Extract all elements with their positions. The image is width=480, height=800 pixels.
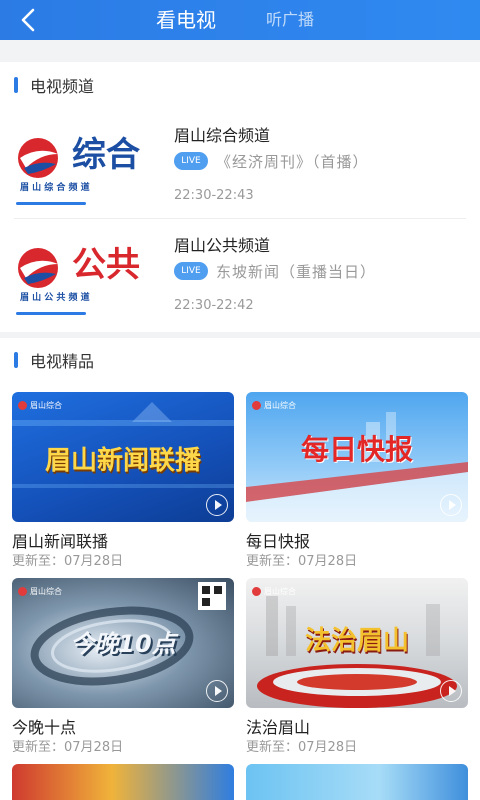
program-card-fazhi-meishan[interactable]: 眉山综合 法治眉山 法治眉山 更新至：07月28日 <box>246 578 468 758</box>
channel-item-zonghe[interactable]: 综合 眉 山 综 合 频 道 眉山综合频道 LIVE 《经济周刊》（首播） 22… <box>0 110 480 220</box>
play-icon[interactable] <box>440 680 462 702</box>
program-title: 法治眉山 <box>246 718 311 737</box>
logo-main-text: 公共 <box>72 245 140 285</box>
program-thumbnail[interactable] <box>246 764 468 800</box>
logo-main-text: 综合 <box>72 135 140 175</box>
tab-listen-radio[interactable]: 听广播 <box>266 0 314 40</box>
channel-underline <box>16 312 86 315</box>
play-icon[interactable] <box>206 494 228 516</box>
program-thumbnail[interactable]: 眉山综合 每日快报 <box>246 392 468 522</box>
program-card-partial-left[interactable] <box>12 764 234 800</box>
section-title-text: 电视频道 <box>30 77 95 96</box>
section-title: 电视频道 <box>14 75 95 96</box>
program-title: 眉山新闻联播 <box>12 532 109 551</box>
program-time: 22:30-22:42 <box>174 298 254 313</box>
program-title: 每日快报 <box>246 532 311 551</box>
play-icon[interactable] <box>440 494 462 516</box>
program-update-date: 更新至：07月28日 <box>12 554 124 569</box>
tab-watch-tv[interactable]: 看电视 <box>156 0 216 40</box>
program-thumbnail[interactable]: 眉山综合 今晚10点 <box>12 578 234 708</box>
program-update-date: 更新至：07月28日 <box>246 554 358 569</box>
section-title-text: 电视精品 <box>30 352 95 371</box>
program-title: 今晚十点 <box>12 718 77 737</box>
program-time: 22:30-22:43 <box>174 188 254 203</box>
channel-item-gonggong[interactable]: 公共 眉 山 公 共 频 道 眉山公共频道 LIVE 东坡新闻（重播当日） 22… <box>0 220 480 330</box>
thumbnail-channel-logo: 眉山综合 <box>252 400 296 411</box>
thumbnail-channel-logo: 眉山综合 <box>18 400 62 411</box>
channel-name: 眉山公共频道 <box>174 236 271 255</box>
divider <box>14 218 466 219</box>
logo-sub-text: 眉 山 综 合 频 道 <box>20 181 90 193</box>
channel-selected-underline <box>16 202 86 205</box>
logo-sub-text: 眉 山 公 共 频 道 <box>20 291 90 303</box>
tv-channels-section: 电视频道 综合 眉 山 综 合 频 道 眉山综合频道 LIVE 《经济周刊》（首… <box>0 62 480 332</box>
channel-name: 眉山综合频道 <box>174 126 271 145</box>
program-update-date: 更新至：07月28日 <box>12 740 124 755</box>
thumbnail-title: 眉山新闻联播 <box>44 446 201 476</box>
live-badge: LIVE <box>174 262 208 280</box>
program-thumbnail[interactable]: 眉山综合 法治眉山 <box>246 578 468 708</box>
thumbnail-title: 法治眉山 <box>304 626 409 656</box>
section-marker <box>14 77 18 93</box>
tv-featured-section: 电视精品 眉山综合 眉山新闻联播 眉山新闻联播 更新至：07月28日 眉山综合 <box>0 338 480 800</box>
current-program: 东坡新闻（重播当日） <box>216 263 377 281</box>
live-badge: LIVE <box>174 152 208 170</box>
thumbnail-title: 每日快报 <box>300 433 413 466</box>
thumbnail-title: 今晚10点 <box>70 630 176 658</box>
thumbnail-channel-logo: 眉山综合 <box>18 586 62 597</box>
mstv-zonghe-logo: 综合 眉 山 综 合 频 道 <box>18 135 140 193</box>
section-marker <box>14 352 18 368</box>
play-icon[interactable] <box>206 680 228 702</box>
chevron-left-icon <box>21 8 35 32</box>
current-program: 《经济周刊》（首播） <box>216 153 369 171</box>
program-thumbnail[interactable] <box>12 764 234 800</box>
program-card-meiri-kuaibao[interactable]: 眉山综合 每日快报 每日快报 更新至：07月28日 <box>246 392 468 572</box>
top-nav-bar: 看电视 听广播 <box>0 0 480 40</box>
program-card-partial-right[interactable] <box>246 764 468 800</box>
program-update-date: 更新至：07月28日 <box>246 740 358 755</box>
back-button[interactable] <box>14 6 42 34</box>
program-card-jinwan-shidian[interactable]: 眉山综合 今晚10点 今晚十点 更新至：07月28日 <box>12 578 234 758</box>
program-thumbnail[interactable]: 眉山综合 眉山新闻联播 <box>12 392 234 522</box>
thumbnail-channel-logo: 眉山综合 <box>252 586 296 597</box>
section-title: 电视精品 <box>14 350 95 371</box>
mstv-gonggong-logo: 公共 眉 山 公 共 频 道 <box>18 245 140 303</box>
program-card-xinwen-lianbo[interactable]: 眉山综合 眉山新闻联播 眉山新闻联播 更新至：07月28日 <box>12 392 234 572</box>
